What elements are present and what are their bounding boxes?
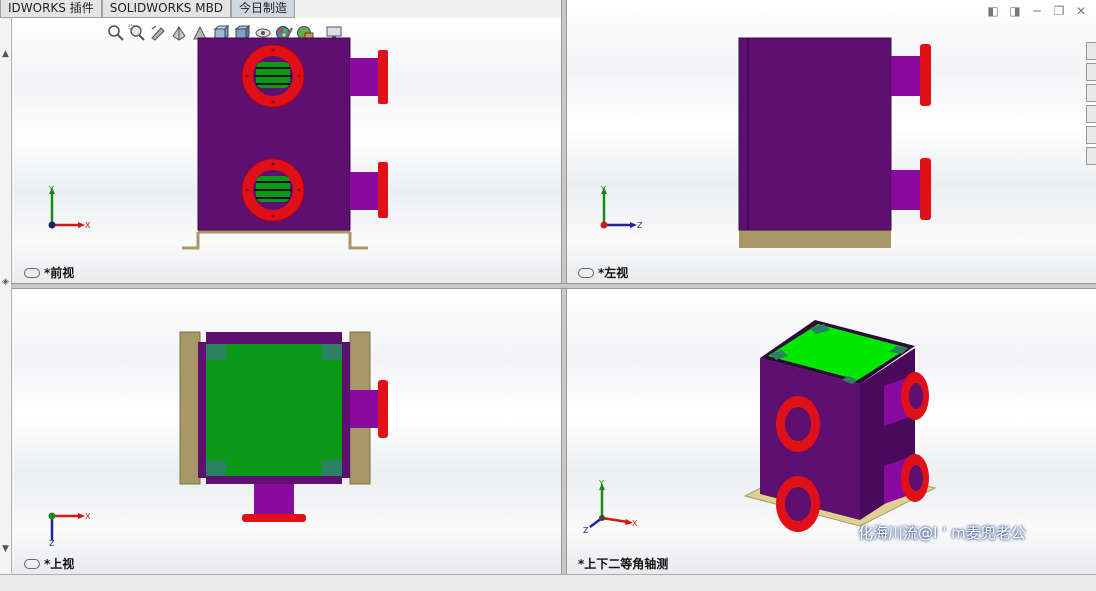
axis-triad-left: Y Z [600, 185, 643, 230]
svg-text:Z: Z [637, 221, 643, 230]
svg-text:Y: Y [48, 185, 54, 194]
svg-text:Y: Y [600, 185, 606, 194]
watermark-text: 化海川流@I ' m麦兜老公 [858, 524, 1026, 542]
svg-text:X: X [632, 519, 638, 528]
axis-triad-top: Z X [48, 512, 91, 546]
svg-text:Z: Z [49, 539, 55, 546]
axis-triad-isometric: Y X Z [583, 479, 638, 534]
svg-text:Z: Z [583, 526, 589, 534]
svg-text:X: X [85, 221, 91, 230]
axis-triad-front: Y X [48, 185, 91, 230]
svg-text:X: X [85, 512, 91, 521]
status-bar [0, 574, 1096, 591]
left-view-model [738, 37, 931, 248]
svg-text:Y: Y [598, 479, 604, 488]
